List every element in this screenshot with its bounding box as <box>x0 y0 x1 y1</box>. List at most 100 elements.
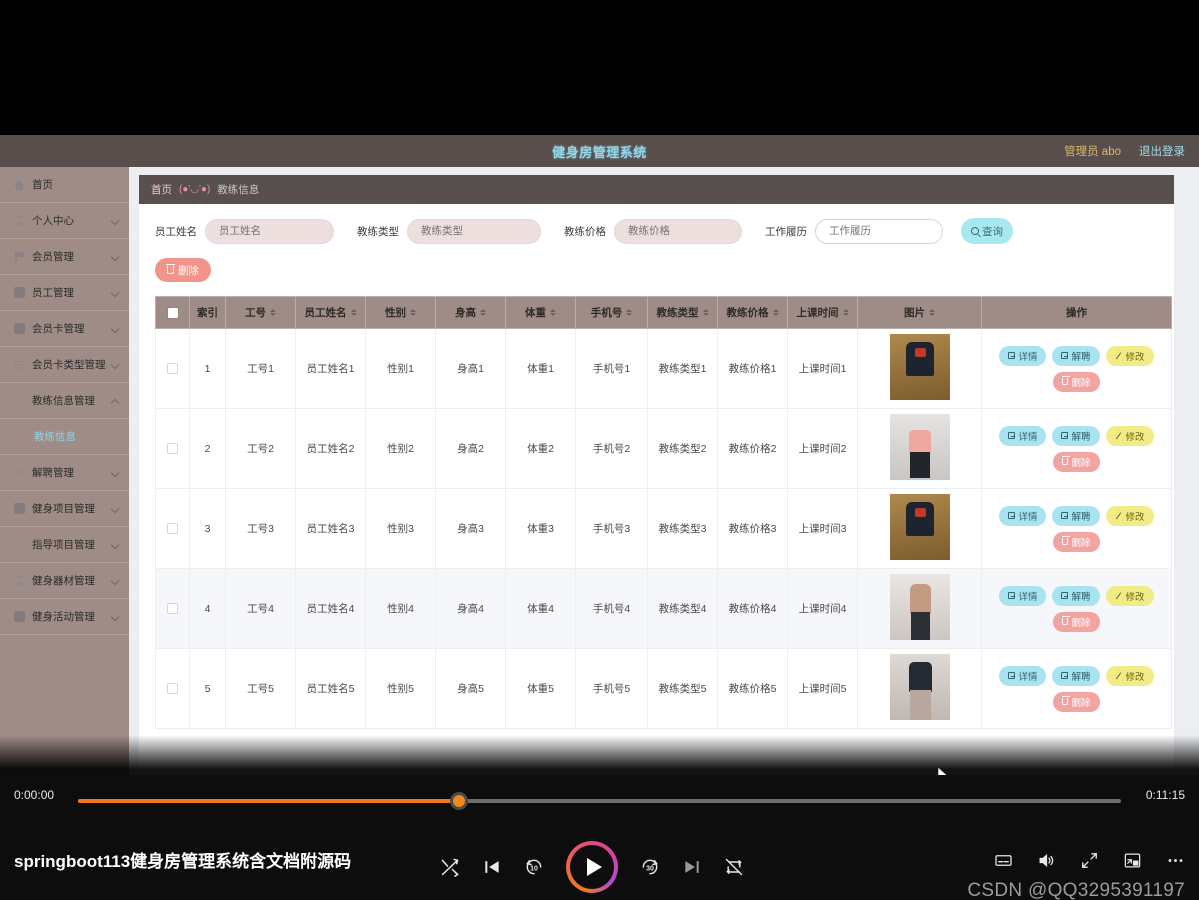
sidebar-subitem-coach-info[interactable]: 教练信息 <box>0 419 129 455</box>
detail-button[interactable]: 详情 <box>999 345 1047 366</box>
sidebar-item-guidance-project-management[interactable]: 指导项目管理 <box>0 527 129 563</box>
sort-icon[interactable] <box>550 309 556 316</box>
query-button[interactable]: 查询 <box>961 218 1013 244</box>
cell-checkbox[interactable] <box>155 568 190 649</box>
cell-checkbox[interactable] <box>155 648 190 729</box>
more-options-icon[interactable] <box>1166 851 1185 870</box>
sort-icon[interactable] <box>702 309 709 316</box>
progress-knob[interactable] <box>449 792 468 810</box>
detail-button[interactable]: 详情 <box>999 505 1047 526</box>
th-gender[interactable]: 性别 <box>365 296 436 329</box>
cell-checkbox[interactable] <box>155 488 190 569</box>
volume-icon[interactable] <box>1037 851 1056 870</box>
detail-button-label: 详情 <box>1018 511 1038 523</box>
delete-button[interactable]: 删除 <box>1053 531 1100 552</box>
rewind-10-icon[interactable]: 10 <box>524 857 544 877</box>
row-checkbox[interactable] <box>167 603 178 615</box>
sidebar-item-dismissal-management[interactable]: 解聘管理 <box>0 455 129 491</box>
cell-checkbox[interactable] <box>155 408 190 489</box>
detail-button[interactable]: 详情 <box>999 665 1047 686</box>
th-class-time[interactable]: 上课时间 <box>787 296 858 329</box>
breadcrumb-home[interactable]: 首页 <box>151 182 172 197</box>
chevron-down-icon <box>110 324 120 333</box>
delete-button[interactable]: 删除 <box>1053 611 1100 632</box>
captions-icon[interactable] <box>994 851 1013 870</box>
row-checkbox[interactable] <box>167 523 178 535</box>
sidebar-item-activity-management[interactable]: 健身活动管理 <box>0 599 129 635</box>
search-input-type[interactable] <box>407 218 541 244</box>
edit-button[interactable]: 修改 <box>1105 665 1154 686</box>
sidebar-item-membercard-type-management[interactable]: 会员卡类型管理 <box>0 347 129 383</box>
row-checkbox[interactable] <box>167 683 178 695</box>
fire-button[interactable]: 解聘 <box>1052 665 1100 686</box>
sidebar-item-member-management[interactable]: 会员管理 <box>0 239 129 275</box>
th-label: 图片 <box>904 307 925 319</box>
fire-button[interactable]: 解聘 <box>1052 345 1100 366</box>
sort-icon[interactable] <box>270 309 276 316</box>
search-input-experience[interactable] <box>815 218 943 244</box>
progress-track[interactable] <box>78 792 1121 810</box>
sidebar-item-fitness-project-management[interactable]: 健身项目管理 <box>0 491 129 527</box>
sidebar-item-membercard-management[interactable]: 会员卡管理 <box>0 311 129 347</box>
previous-icon[interactable] <box>482 857 502 877</box>
th-weight[interactable]: 体重 <box>505 296 576 329</box>
detail-button[interactable]: 详情 <box>999 585 1047 606</box>
sidebar-item-equipment-management[interactable]: 健身器材管理 <box>0 563 129 599</box>
select-all-checkbox[interactable] <box>166 306 179 319</box>
th-label: 身高 <box>455 307 476 319</box>
sort-icon[interactable] <box>480 309 486 316</box>
cell-employee-name: 员工姓名4 <box>295 568 366 649</box>
search-input-name[interactable] <box>205 218 334 244</box>
sort-icon[interactable] <box>772 309 779 316</box>
table-container: 索引 工号 员工姓名 性别 身高 体重 手机号 教练类型 教练价格 上课时间 图 <box>139 282 1174 729</box>
th-image[interactable]: 图片 <box>857 296 982 329</box>
table-row[interactable]: 4 工号4 员工姓名4 性别4 身高4 体重4 手机号4 教练类型4 教练价格4… <box>155 568 1172 649</box>
sidebar-item-label: 健身项目管理 <box>32 503 95 515</box>
edit-button[interactable]: 修改 <box>1105 345 1154 366</box>
sort-icon[interactable] <box>626 309 633 316</box>
chevron-down-icon <box>110 252 120 261</box>
table-row[interactable]: 3 工号3 员工姓名3 性别3 身高3 体重3 手机号3 教练类型3 教练价格3… <box>155 488 1172 569</box>
th-employee-id[interactable]: 工号 <box>225 296 296 329</box>
edit-button[interactable]: 修改 <box>1105 505 1154 526</box>
th-select-all[interactable] <box>155 296 190 329</box>
picture-in-picture-icon[interactable] <box>1123 851 1142 870</box>
fire-button[interactable]: 解聘 <box>1052 585 1100 606</box>
sort-icon[interactable] <box>842 309 849 316</box>
row-checkbox[interactable] <box>167 443 178 455</box>
sidebar-item-personal-center[interactable]: 个人中心 <box>0 203 129 239</box>
th-phone[interactable]: 手机号 <box>575 296 648 329</box>
sidebar-item-staff-management[interactable]: 员工管理 <box>0 275 129 311</box>
th-coach-type[interactable]: 教练类型 <box>647 296 718 329</box>
forward-30-icon[interactable]: 30 <box>640 857 660 877</box>
bulk-delete-button[interactable]: 删除 <box>155 258 211 282</box>
fire-button[interactable]: 解聘 <box>1052 505 1100 526</box>
search-input-price[interactable] <box>614 218 742 244</box>
th-height[interactable]: 身高 <box>435 296 506 329</box>
logout-link[interactable]: 退出登录 <box>1139 143 1185 159</box>
play-button[interactable] <box>566 841 618 893</box>
next-icon[interactable] <box>682 857 702 877</box>
edit-button[interactable]: 修改 <box>1105 425 1154 446</box>
delete-button[interactable]: 删除 <box>1053 371 1100 392</box>
sidebar-item-coach-info-management[interactable]: 教练信息管理 <box>0 383 129 419</box>
table-row[interactable]: 1 工号1 员工姓名1 性别1 身高1 体重1 手机号1 教练类型1 教练价格1… <box>155 328 1172 409</box>
sort-icon[interactable] <box>929 309 935 316</box>
loop-off-icon[interactable] <box>724 857 744 877</box>
sidebar-item-home[interactable]: 首页 <box>0 167 129 203</box>
detail-button[interactable]: 详情 <box>999 425 1047 446</box>
shuffle-icon[interactable] <box>440 857 460 877</box>
fire-button[interactable]: 解聘 <box>1052 425 1100 446</box>
th-employee-name[interactable]: 员工姓名 <box>295 296 366 329</box>
cell-checkbox[interactable] <box>155 328 190 409</box>
row-checkbox[interactable] <box>167 363 178 375</box>
th-coach-price[interactable]: 教练价格 <box>717 296 788 329</box>
sort-icon[interactable] <box>410 309 416 316</box>
sort-icon[interactable] <box>350 309 357 316</box>
table-row[interactable]: 5 工号5 员工姓名5 性别5 身高5 体重5 手机号5 教练类型5 教练价格5… <box>155 648 1172 729</box>
delete-button[interactable]: 删除 <box>1053 451 1100 472</box>
table-row[interactable]: 2 工号2 员工姓名2 性别2 身高2 体重2 手机号2 教练类型2 教练价格2… <box>155 408 1172 489</box>
edit-button[interactable]: 修改 <box>1105 585 1154 606</box>
delete-button[interactable]: 删除 <box>1053 691 1100 712</box>
fullscreen-icon[interactable] <box>1080 851 1099 870</box>
